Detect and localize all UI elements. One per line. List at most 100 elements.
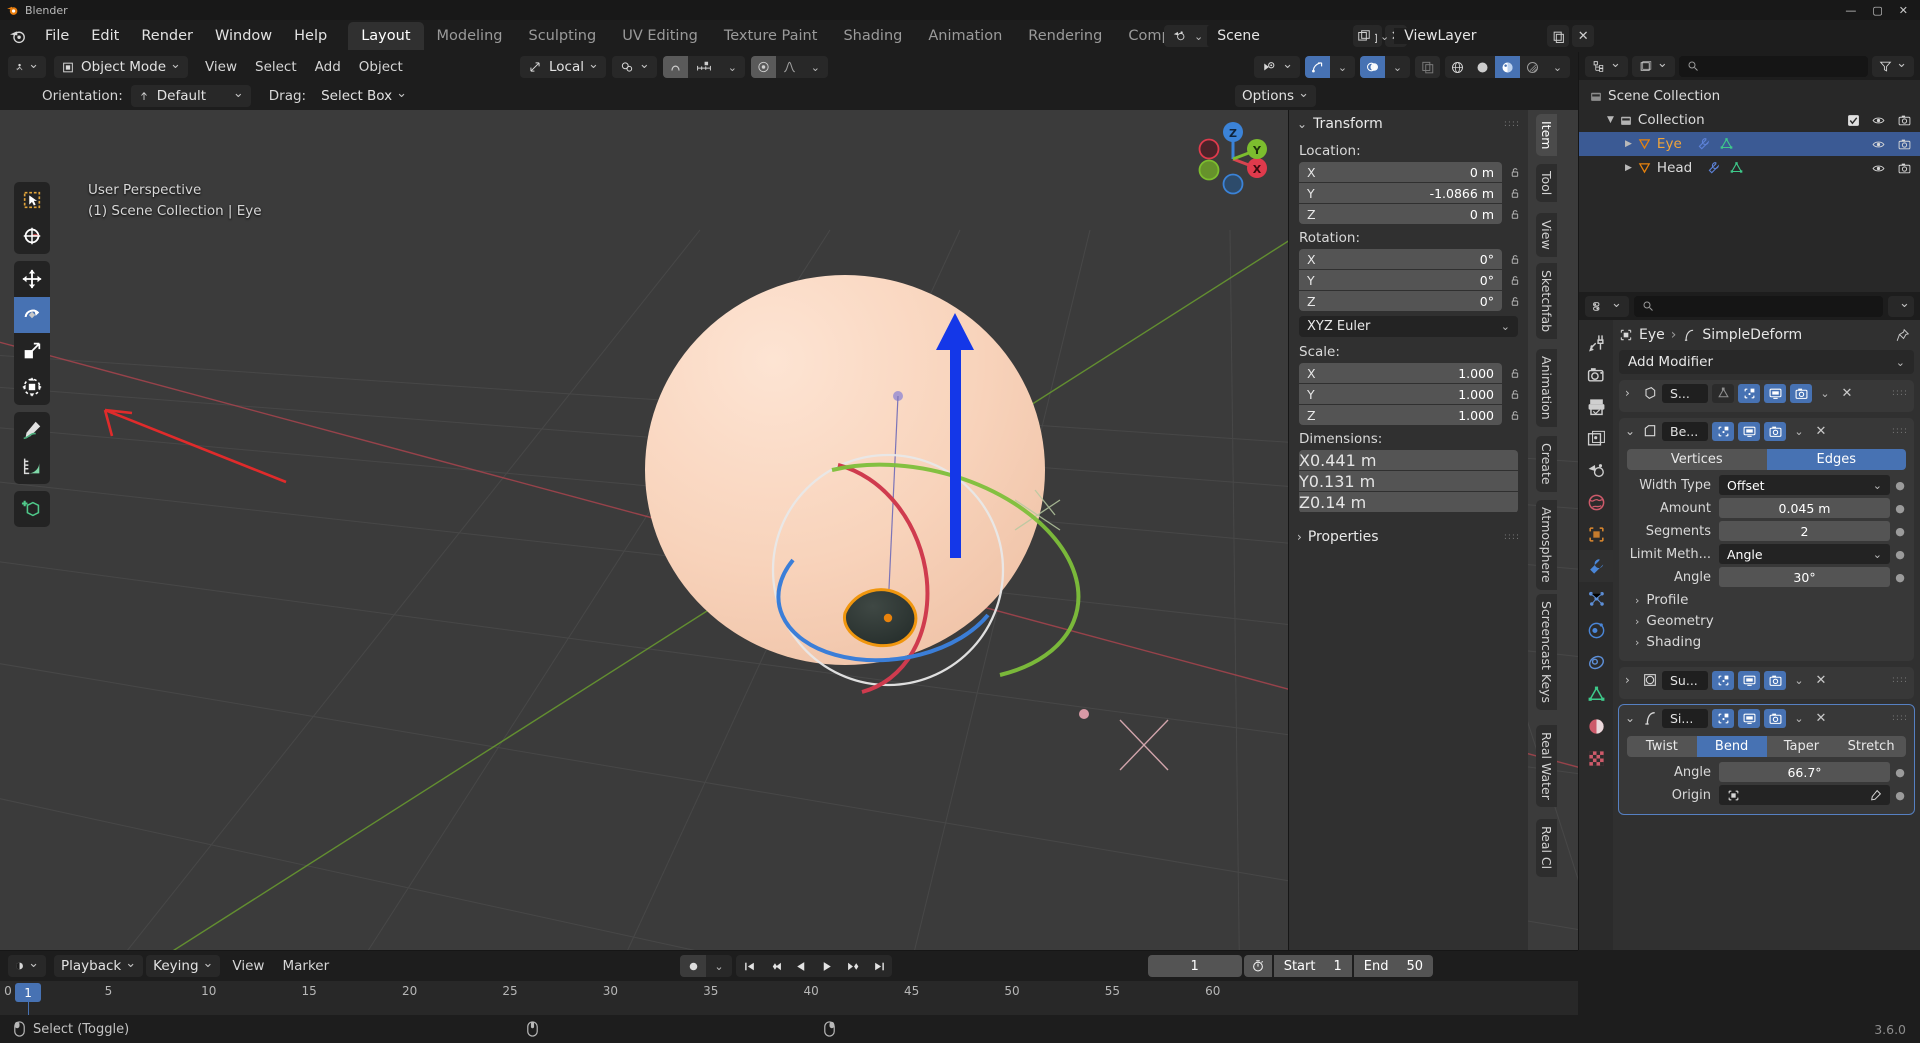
timeline-menu-keying[interactable]: Keying	[146, 955, 221, 977]
modifier-name[interactable]: Be...	[1662, 421, 1708, 441]
dimension-z-field[interactable]: Z 0.14 m	[1299, 492, 1518, 512]
workspace-tab-texture-paint[interactable]: Texture Paint	[711, 22, 831, 50]
chevron-down-icon[interactable]: ⌄	[1625, 424, 1638, 438]
sidebar-tab-real-cl[interactable]: Real Cl	[1536, 819, 1557, 877]
rotate-tool[interactable]	[14, 297, 50, 333]
chevron-right-icon[interactable]: ›	[1625, 673, 1638, 687]
particles-tab[interactable]	[1579, 582, 1613, 614]
lock-icon[interactable]	[1509, 274, 1522, 287]
modifier-icon[interactable]	[1696, 137, 1711, 151]
add-modifier-button[interactable]: Add Modifier ⌄	[1619, 350, 1914, 374]
physics-tab[interactable]	[1579, 614, 1613, 646]
lock-x-button[interactable]	[1502, 166, 1528, 179]
scene-chevron-down-icon[interactable]: ⌄	[1194, 30, 1203, 43]
menu-window[interactable]: Window	[204, 24, 283, 48]
outliner-filter-button[interactable]	[1872, 55, 1914, 77]
sidebar-tab-screencast-keys[interactable]: Screencast Keys	[1536, 594, 1557, 711]
property-value[interactable]: 30°	[1719, 567, 1890, 587]
data-tab[interactable]	[1579, 678, 1613, 710]
menu-render[interactable]: Render	[130, 24, 204, 48]
play-button[interactable]	[814, 955, 840, 977]
disclosure-triangle-icon[interactable]: ▶	[1625, 163, 1632, 173]
chevron-down-icon[interactable]: ⌄	[1625, 711, 1638, 725]
timeline-menu-playback[interactable]: Playback	[54, 955, 144, 977]
subpanel-geometry[interactable]: › Geometry	[1635, 613, 1906, 629]
dimension-y-field[interactable]: Y 0.131 m	[1299, 471, 1518, 491]
edit-mode-toggle[interactable]	[1712, 670, 1734, 690]
object-tab[interactable]	[1579, 518, 1613, 550]
sidebar-tab-real-water[interactable]: Real Water	[1536, 725, 1557, 808]
timeline-menu-marker[interactable]: Marker	[273, 958, 338, 974]
modifier-icon[interactable]	[1706, 161, 1721, 175]
xray-toggle[interactable]	[1415, 56, 1440, 78]
transform-tool[interactable]	[14, 369, 50, 405]
modifier-delete-button[interactable]: ✕	[1812, 709, 1830, 728]
current-frame-field[interactable]: 1	[1147, 955, 1242, 977]
tool-orientation-selector[interactable]: Default	[130, 85, 251, 107]
lock-icon[interactable]	[1509, 295, 1522, 308]
timeline-ruler[interactable]: 0 5 10 15 20 25 30 35 40 45 50 55 60 1	[0, 981, 1578, 1043]
properties-editor-type-selector[interactable]	[1585, 295, 1629, 317]
subpanel-shading[interactable]: › Shading	[1635, 634, 1906, 650]
edit-mode-on-cage-toggle[interactable]	[1712, 383, 1734, 403]
workspace-tab-sculpting[interactable]: Sculpting	[515, 22, 609, 50]
viewport-menu-object[interactable]: Object	[350, 59, 412, 75]
modifier-delete-button[interactable]: ✕	[1812, 422, 1830, 441]
hide-in-viewport-toggle[interactable]	[1871, 114, 1886, 127]
viewport-menu-select[interactable]: Select	[246, 59, 306, 75]
lock-x-button[interactable]	[1502, 367, 1528, 380]
hide-in-viewport-toggle[interactable]	[1871, 138, 1886, 151]
lock-icon[interactable]	[1509, 253, 1522, 266]
outliner-row-scene-collection[interactable]: Scene Collection	[1579, 84, 1920, 108]
modifier-name[interactable]: Si...	[1662, 708, 1708, 728]
subpanel-profile[interactable]: › Profile	[1635, 592, 1906, 608]
render-toggle[interactable]	[1790, 383, 1812, 403]
lock-icon[interactable]	[1509, 187, 1522, 200]
lock-icon[interactable]	[1509, 367, 1522, 380]
scene-name[interactable]: Scene	[1207, 25, 1358, 47]
add-cube-tool[interactable]	[14, 491, 50, 527]
measure-tool[interactable]	[14, 448, 50, 484]
deform-mode-twist-button[interactable]: Twist	[1627, 736, 1697, 757]
drag-action-selector[interactable]: Select Box	[314, 85, 414, 107]
transform-panel-header[interactable]: ⌄ Transform ::::	[1289, 110, 1528, 138]
edit-mode-toggle[interactable]	[1712, 708, 1734, 728]
wireframe-shading-button[interactable]	[1445, 56, 1470, 78]
edit-mode-toggle[interactable]	[1738, 383, 1760, 403]
viewport-menu-view[interactable]: View	[196, 59, 246, 75]
sidebar-tab-atmosphere[interactable]: Atmosphere	[1536, 500, 1557, 591]
jump-to-end-button[interactable]	[866, 955, 892, 977]
outliner-row-collection[interactable]: ▼ Collection	[1579, 108, 1920, 132]
sidebar-tab-tool[interactable]: Tool	[1536, 163, 1557, 202]
properties-search-input[interactable]	[1633, 295, 1883, 317]
auto-keying-toggle[interactable]	[680, 955, 706, 977]
snap-toggle[interactable]	[688, 56, 720, 78]
rotation-z-field[interactable]: Z 0°	[1299, 291, 1502, 311]
viewport-menu-add[interactable]: Add	[306, 59, 350, 75]
workspace-tab-shading[interactable]: Shading	[830, 22, 915, 50]
lock-icon[interactable]	[1509, 388, 1522, 401]
shading-chevron-down-icon[interactable]: ⌄	[1545, 56, 1570, 78]
output-tab[interactable]	[1579, 390, 1613, 422]
navigation-gizmo[interactable]: Z X Y	[1188, 114, 1278, 204]
rotation-y-field[interactable]: Y 0°	[1299, 270, 1502, 290]
lock-y-button[interactable]	[1502, 388, 1528, 401]
end-frame-field[interactable]: End 50	[1353, 955, 1433, 977]
modifier-drag-handle[interactable]: ::::	[1892, 713, 1908, 723]
mesh-data-icon[interactable]	[1729, 161, 1744, 175]
dimension-x-field[interactable]: X 0.441 m	[1299, 450, 1518, 470]
lock-icon[interactable]	[1509, 409, 1522, 422]
lock-z-button[interactable]	[1502, 208, 1528, 221]
editor-type-selector[interactable]	[8, 56, 46, 78]
workspace-tab-rendering[interactable]: Rendering	[1015, 22, 1115, 50]
visibility-selector[interactable]	[1254, 56, 1300, 78]
viewlayer-chevron-down-icon[interactable]: ⌄	[1380, 30, 1389, 43]
location-z-field[interactable]: Z 0 m	[1299, 204, 1502, 224]
options-button[interactable]: Options	[1235, 85, 1316, 107]
outliner-display-mode-selector[interactable]	[1631, 55, 1675, 77]
falloff-icon[interactable]	[776, 56, 803, 78]
location-y-field[interactable]: Y -1.0866 m	[1299, 183, 1502, 203]
realtime-toggle[interactable]	[1738, 708, 1760, 728]
material-preview-shading-button[interactable]	[1495, 56, 1520, 78]
lock-icon[interactable]	[1509, 166, 1522, 179]
